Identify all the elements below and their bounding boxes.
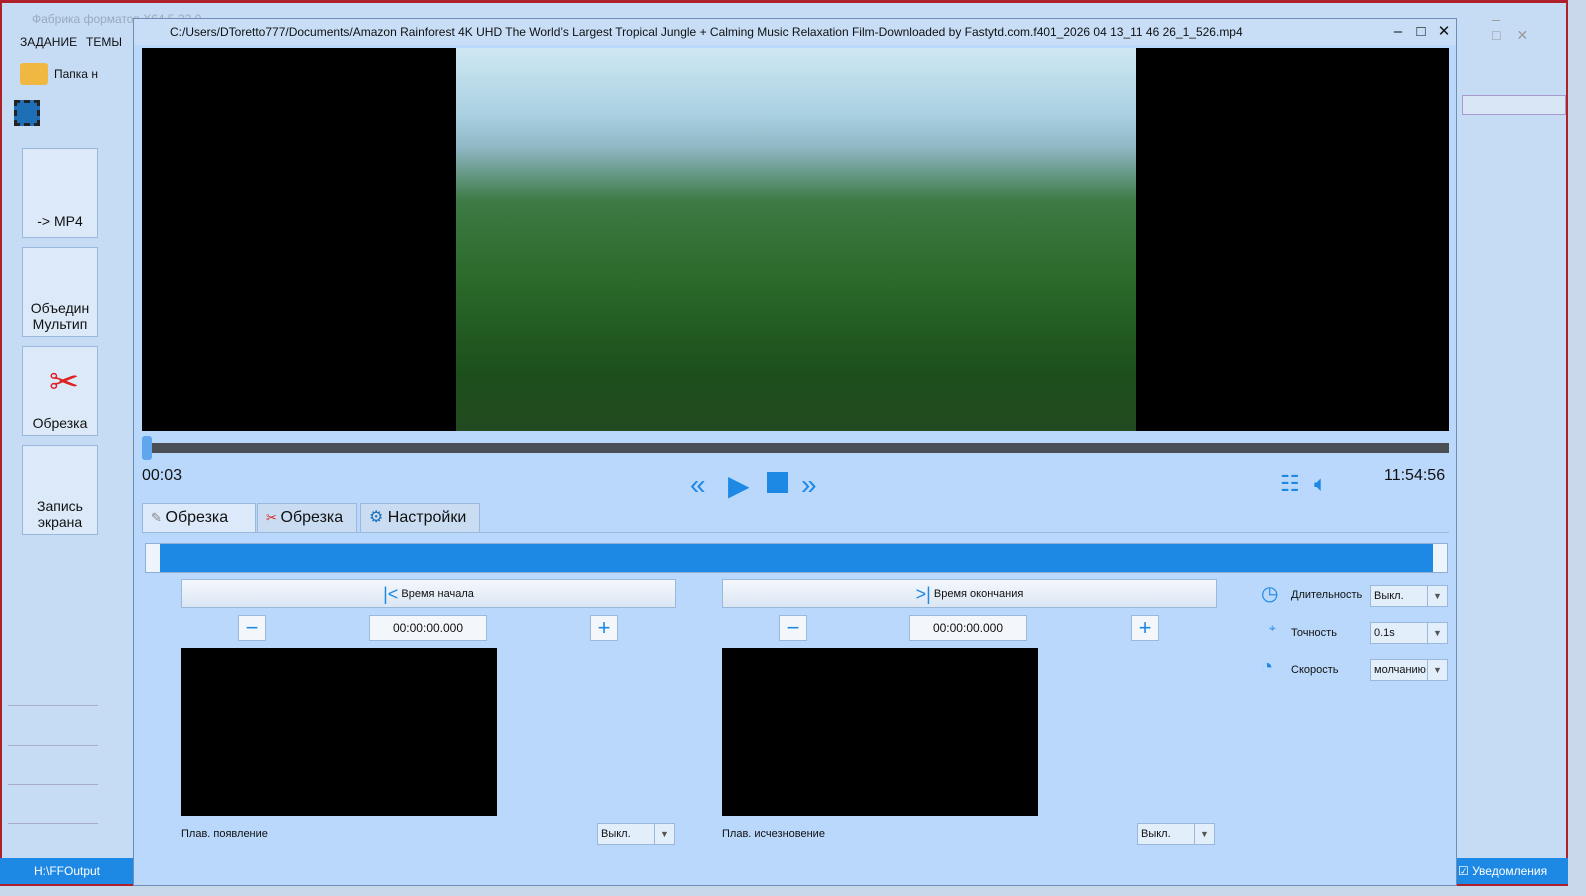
tab-divider — [142, 532, 1449, 533]
rewind-button[interactable]: « — [690, 469, 706, 501]
start-plus-button[interactable]: + — [590, 615, 618, 641]
total-time: 11:54:56 — [1384, 467, 1446, 484]
fade-out-select[interactable]: Выкл. ▼ — [1137, 823, 1215, 845]
tab-trim-label: Обрезка — [165, 509, 229, 526]
end-marker-icon: >| — [915, 584, 931, 605]
set-end-time-button[interactable]: >| Время окончания — [722, 579, 1217, 608]
set-start-time-button[interactable]: |< Время начала — [181, 579, 676, 608]
precision-select[interactable]: 0.1s ▼ — [1370, 622, 1448, 644]
speed-select[interactable]: молчанию ▼ — [1370, 659, 1448, 681]
gear-icon: ⚙ — [369, 509, 388, 526]
menu-task[interactable]: ЗАДАНИЕ — [20, 35, 77, 49]
play-button[interactable]: ▶ — [728, 469, 750, 502]
fade-in-label: Плав. появление — [181, 828, 268, 840]
end-minus-button[interactable]: − — [779, 615, 807, 641]
film-icon — [14, 100, 40, 126]
tab-cut[interactable]: ✂ Обрезка — [257, 503, 357, 533]
duration-select[interactable]: Выкл. ▼ — [1370, 585, 1448, 607]
forward-button[interactable]: » — [801, 469, 817, 501]
precision-icon: ⌖ — [1269, 621, 1276, 635]
scissors-icon: ✂ — [49, 361, 80, 402]
precision-label: Точность — [1291, 627, 1337, 639]
video-area[interactable] — [142, 48, 1449, 431]
start-time-field[interactable]: 00:00:00.000 — [369, 615, 487, 641]
to-mp4-label: -> MP4 — [37, 213, 83, 229]
range-end-handle[interactable] — [1433, 544, 1447, 572]
output-folder-label[interactable]: Папка н — [54, 67, 98, 81]
start-button-label: Время начала — [401, 588, 474, 600]
screen-record-button[interactable]: Запись экрана — [22, 445, 98, 535]
end-time-field[interactable]: 00:00:00.000 — [909, 615, 1027, 641]
start-marker-icon: |< — [383, 584, 399, 605]
trim-range-bar[interactable] — [145, 543, 1448, 573]
folder-icon — [20, 63, 48, 85]
minimize-button[interactable]: – — [1388, 22, 1408, 42]
close-button[interactable]: ✕ — [1434, 22, 1454, 42]
duration-value: Выкл. — [1374, 590, 1404, 602]
tab-settings-label: Настройки — [387, 509, 467, 526]
scissors-icon: ✂ — [266, 510, 281, 525]
duration-clock-icon: ◷ — [1261, 583, 1279, 605]
picture-icon[interactable] — [8, 708, 98, 746]
fade-out-label: Плав. исчезновение — [722, 828, 825, 840]
chevron-down-icon: ▼ — [1427, 586, 1447, 606]
end-plus-button[interactable]: + — [1131, 615, 1159, 641]
bg-window-controls[interactable]: –□✕ — [1492, 11, 1566, 44]
audio-icon[interactable] — [8, 668, 98, 706]
chevron-down-icon: ▼ — [654, 824, 674, 844]
end-preview — [722, 648, 1038, 816]
stop-button[interactable] — [767, 472, 788, 493]
screen-record-label: Запись экрана — [37, 498, 83, 530]
menu-themes[interactable]: ТЕМЫ — [86, 35, 122, 49]
start-minus-button[interactable]: − — [238, 615, 266, 641]
speed-label: Скорость — [1291, 664, 1339, 676]
tab-settings[interactable]: ⚙ Настройки — [360, 503, 480, 533]
chevron-down-icon: ▼ — [1194, 824, 1214, 844]
notifications-label: Уведомления — [1472, 864, 1548, 878]
fade-out-value: Выкл. — [1141, 828, 1171, 840]
trim-doc-icon: ✎ — [151, 510, 166, 525]
merge-label: Объедин Мультип — [30, 300, 90, 332]
player-window: C:/Users/DToretto777/Documents/Amazon Ra… — [133, 18, 1457, 886]
end-button-label: Время окончания — [933, 588, 1024, 600]
precision-value: 0.1s — [1374, 627, 1395, 639]
start-preview — [181, 648, 497, 816]
tab-cut-label: Обрезка — [280, 509, 344, 526]
duration-label: Длительность — [1291, 589, 1363, 601]
current-time: 00:03 — [142, 467, 183, 484]
chevron-down-icon: ▼ — [1427, 623, 1447, 643]
tab-trim[interactable]: ✎ Обрезка — [142, 503, 256, 533]
video-frame — [456, 48, 1136, 431]
trim-label: Обрезка — [32, 415, 88, 431]
maximize-button[interactable]: □ — [1411, 22, 1431, 42]
notifications-checkbox[interactable]: ☑ Уведомления — [1458, 864, 1547, 878]
trim-button[interactable]: ✂ Обрезка — [22, 346, 98, 436]
equalizer-settings-icon[interactable]: ☷ — [1280, 471, 1300, 497]
range-start-handle[interactable] — [146, 544, 160, 572]
bg-panel-header — [1462, 95, 1566, 115]
volume-icon[interactable]: 🔈︎ — [1314, 471, 1327, 497]
seek-bar[interactable] — [142, 443, 1449, 453]
disc-icon[interactable] — [8, 786, 98, 824]
output-path[interactable]: H:\FFOutput — [34, 864, 100, 878]
fade-in-value: Выкл. — [601, 828, 631, 840]
document-icon[interactable] — [8, 747, 98, 785]
merge-button[interactable]: Объедин Мультип — [22, 247, 98, 337]
speed-value: молчанию — [1374, 664, 1426, 676]
fade-in-select[interactable]: Выкл. ▼ — [597, 823, 675, 845]
to-mp4-button[interactable]: -> MP4 — [22, 148, 98, 238]
speed-gauge-icon: ◔ — [1261, 656, 1274, 678]
seek-handle[interactable] — [142, 436, 152, 460]
chevron-down-icon: ▼ — [1427, 660, 1447, 680]
player-title: C:/Users/DToretto777/Documents/Amazon Ra… — [134, 19, 1456, 45]
